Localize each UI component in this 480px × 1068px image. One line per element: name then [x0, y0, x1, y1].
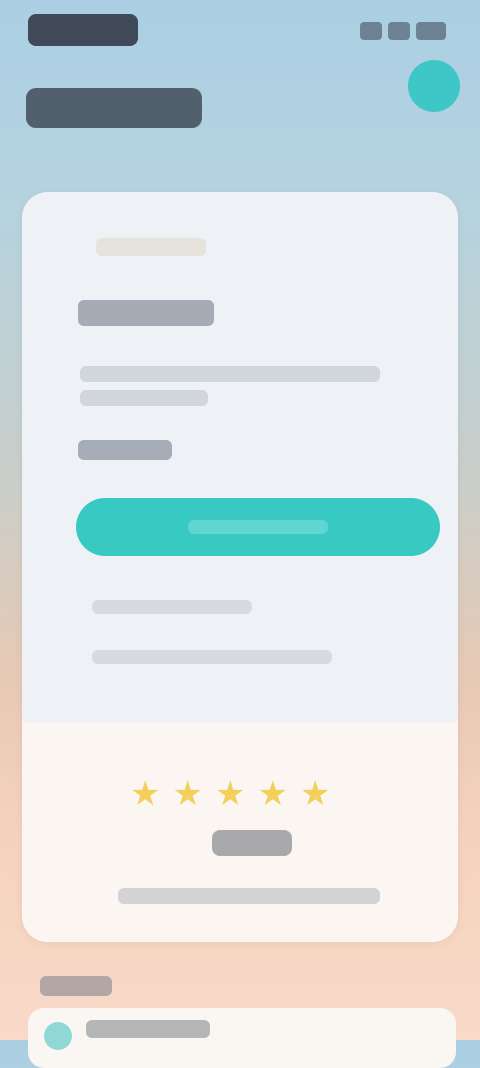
wifi-icon	[388, 22, 410, 40]
battery-icon	[416, 22, 446, 40]
card-kicker	[96, 238, 206, 256]
status-bar	[0, 0, 480, 60]
list-item-label	[86, 1020, 210, 1038]
status-icons	[360, 22, 446, 40]
star-icon[interactable]: ★	[300, 776, 330, 812]
rating-value	[212, 830, 292, 856]
primary-button[interactable]	[76, 498, 440, 556]
card-description-line-1	[80, 366, 380, 382]
star-rating[interactable]: ★ ★ ★ ★ ★	[130, 776, 370, 812]
list-item-icon	[44, 1022, 72, 1050]
star-icon[interactable]: ★	[215, 776, 245, 812]
card-title	[78, 300, 214, 326]
star-icon[interactable]: ★	[172, 776, 202, 812]
secondary-link-2[interactable]	[92, 650, 332, 664]
page-title	[26, 88, 202, 128]
main-card: ★ ★ ★ ★ ★	[22, 192, 458, 942]
list-item[interactable]	[28, 1008, 456, 1068]
card-field-label	[78, 440, 172, 460]
profile-button[interactable]	[408, 60, 460, 112]
rating-caption	[118, 888, 380, 904]
star-icon[interactable]: ★	[130, 776, 160, 812]
signal-icon	[360, 22, 382, 40]
star-icon[interactable]: ★	[257, 776, 287, 812]
section-label	[40, 976, 112, 996]
status-time	[28, 14, 138, 46]
primary-button-label	[188, 520, 328, 534]
secondary-link-1[interactable]	[92, 600, 252, 614]
card-description-line-2	[80, 390, 208, 406]
